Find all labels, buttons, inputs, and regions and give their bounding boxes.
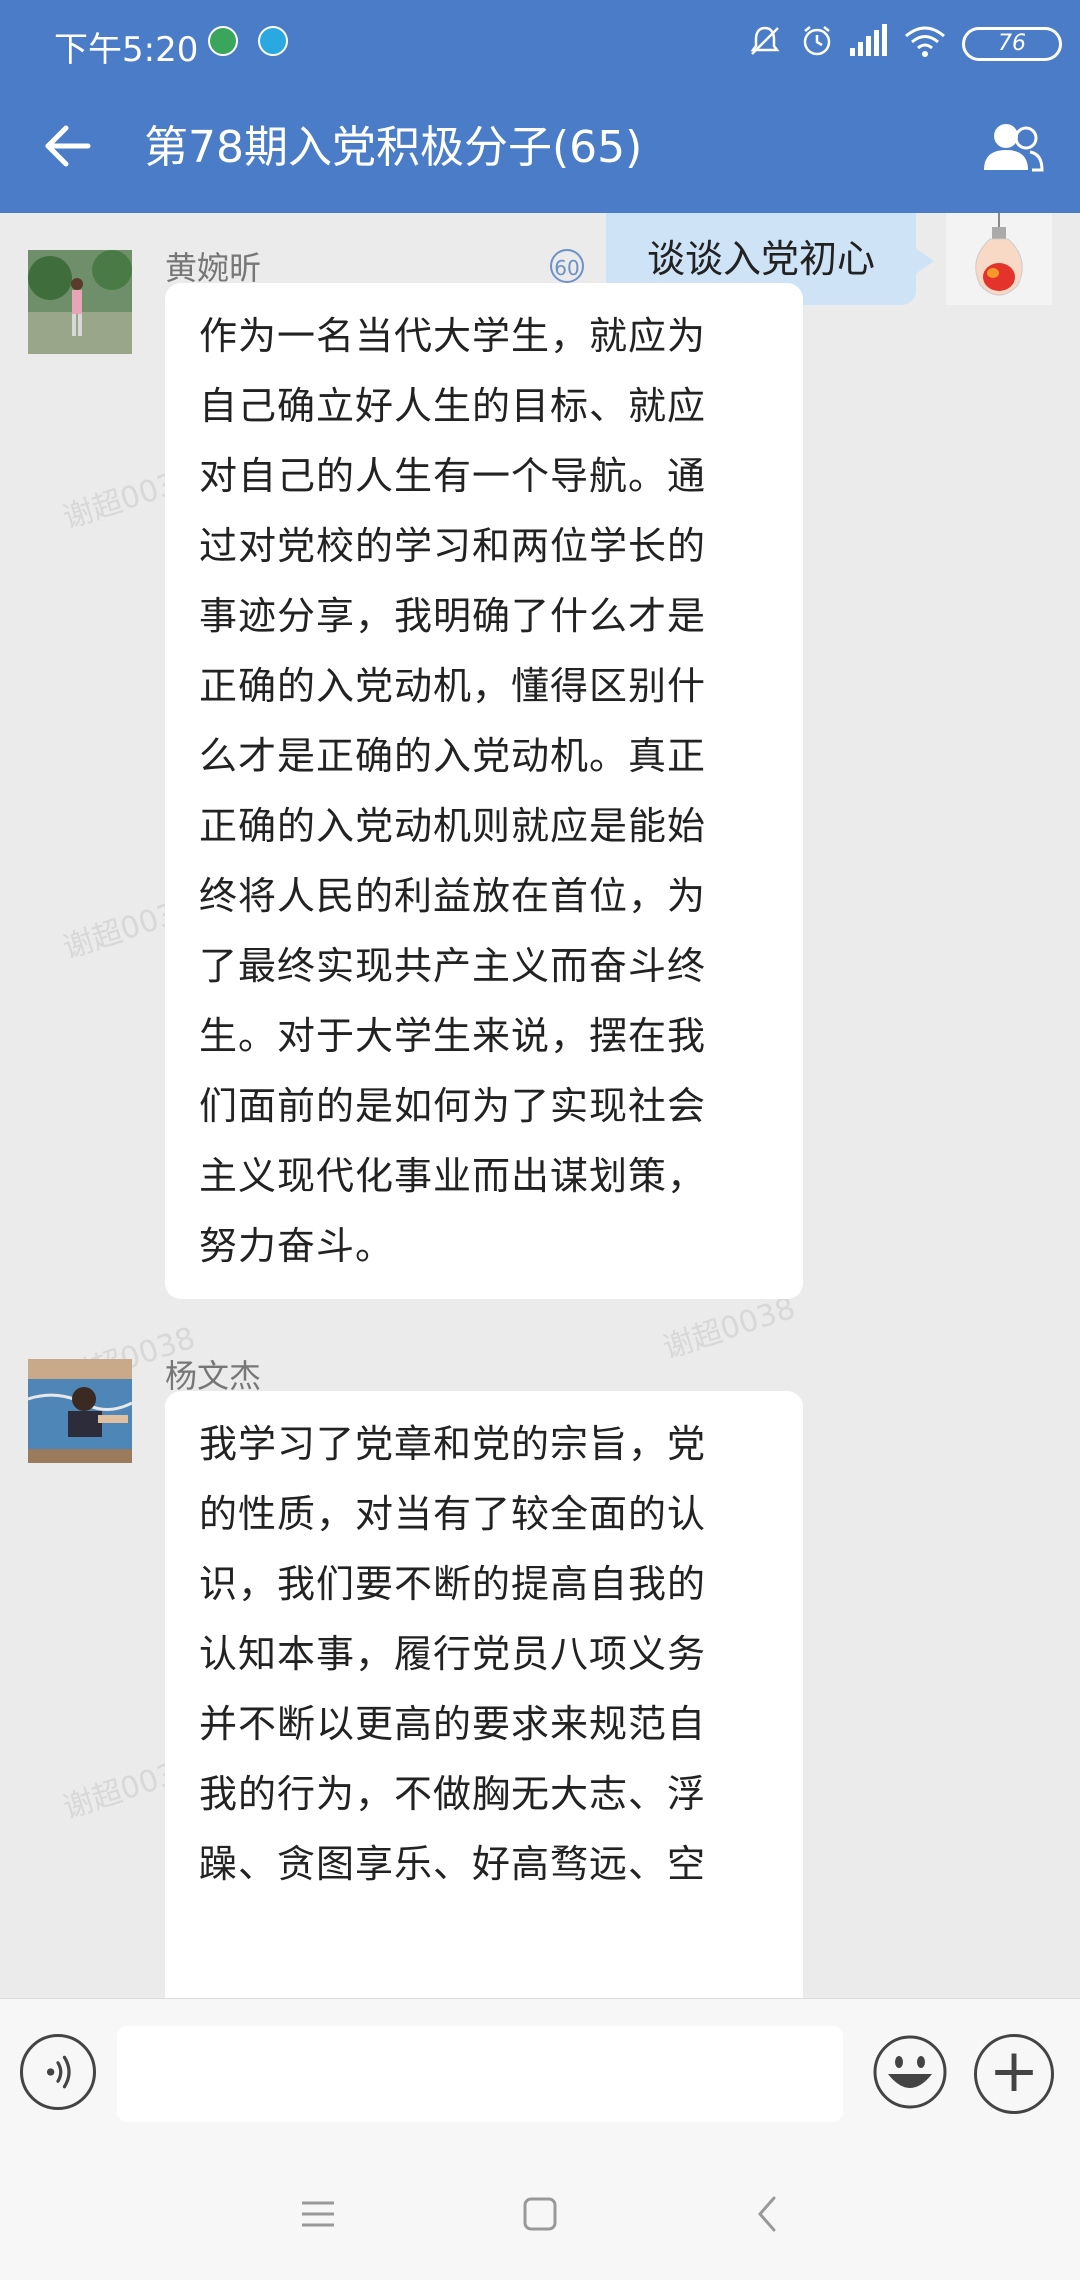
- arrow-left-icon[interactable]: [40, 118, 96, 174]
- input-bar: +: [0, 1998, 1080, 2149]
- message-line: 正确的入党动机，懂得区别什: [199, 664, 707, 708]
- message-line: 终将人民的利益放在首位，为: [199, 874, 707, 918]
- avatar[interactable]: [28, 250, 132, 354]
- message-line: 我的行为，不做胸无大志、浮: [199, 1772, 707, 1816]
- message-line: 生。对于大学生来说，摆在我: [199, 1014, 707, 1058]
- back-icon[interactable]: [748, 2194, 788, 2234]
- chat-messages[interactable]: 谢超0038 谢超0038 谢超0038 谢超0038 谢超0038 谢超003…: [0, 213, 1080, 1998]
- status-bar: 下午5:20 76: [0, 0, 1080, 88]
- message-line: 过对党校的学习和两位学长的: [199, 524, 707, 568]
- app-notification-icon-1: [208, 26, 238, 56]
- battery-icon: 76: [962, 27, 1062, 61]
- system-nav-bar: [0, 2148, 1080, 2280]
- message-line: 事迹分享，我明确了什么才是: [199, 594, 707, 638]
- alarm-icon: [803, 26, 831, 56]
- emoji-icon[interactable]: [872, 2034, 948, 2110]
- home-icon[interactable]: [520, 2194, 560, 2234]
- signal-icon: [850, 24, 887, 56]
- chat-title: 第78期入党积极分子(65): [144, 122, 643, 173]
- menu-icon[interactable]: [298, 2194, 338, 2234]
- message-line: 么才是正确的入党动机。真正: [199, 734, 707, 778]
- message-line: 认知本事，履行党员八项义务: [199, 1632, 707, 1676]
- message-bubble[interactable]: 作为一名当代大学生，就应为 自己确立好人生的目标、就应 对自己的人生有一个导航。…: [165, 283, 803, 1299]
- plus-icon[interactable]: +: [974, 2034, 1054, 2114]
- message-line: 主义现代化事业而出谋划策，: [199, 1154, 707, 1198]
- avatar[interactable]: [28, 1359, 132, 1463]
- self-avatar[interactable]: [946, 213, 1052, 305]
- top-bar: 下午5:20 76 第78期入党积极分子(65): [0, 0, 1080, 213]
- message-bubble[interactable]: 我学习了党章和党的宗旨，党 的性质，对当有了较全面的认 识，我们要不断的提高自我…: [165, 1391, 803, 1998]
- message-line: 的性质，对当有了较全面的认: [199, 1492, 707, 1536]
- message-line: 们面前的是如何为了实现社会: [199, 1084, 707, 1128]
- group-members-icon[interactable]: [980, 118, 1046, 178]
- wifi-icon: [905, 26, 945, 57]
- app-notification-icon-2: [258, 26, 288, 56]
- message-line: 自己确立好人生的目标、就应: [199, 384, 707, 428]
- status-time: 下午5:20: [54, 30, 199, 70]
- read-count-badge[interactable]: 60: [550, 249, 584, 283]
- message-input[interactable]: [117, 2026, 843, 2122]
- message-line: 努力奋斗。: [199, 1224, 395, 1268]
- mute-icon: [750, 26, 780, 55]
- message-line: 我学习了党章和党的宗旨，党: [199, 1422, 707, 1466]
- message-line: 正确的入党动机则就应是能始: [199, 804, 707, 848]
- message-line: 识，我们要不断的提高自我的: [199, 1562, 707, 1606]
- message-line: 作为一名当代大学生，就应为: [199, 314, 707, 358]
- message-line: 了最终实现共产主义而奋斗终: [199, 944, 707, 988]
- voice-input-icon[interactable]: [20, 2034, 96, 2110]
- message-line: 并不断以更高的要求来规范自: [199, 1702, 707, 1746]
- message-line: 对自己的人生有一个导航。通: [199, 454, 707, 498]
- message-line: 躁、贪图享乐、好高骛远、空: [199, 1842, 707, 1886]
